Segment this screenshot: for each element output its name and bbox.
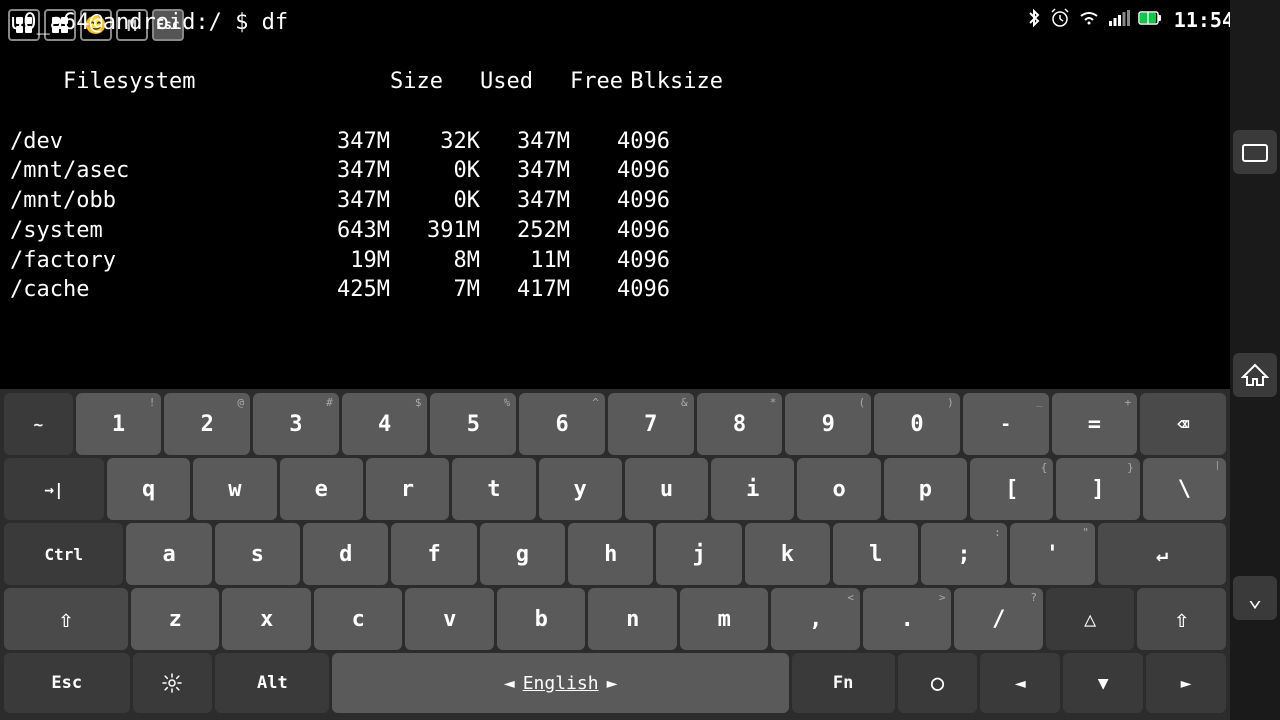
terminal-data-row-3: /system643M391M252M4096 bbox=[10, 216, 1220, 246]
key-settings[interactable] bbox=[133, 653, 213, 713]
key-alt[interactable]: Alt bbox=[215, 653, 329, 713]
key-comma[interactable]: <, bbox=[771, 588, 860, 650]
key-9[interactable]: (9 bbox=[785, 393, 871, 455]
key-t[interactable]: t bbox=[452, 458, 535, 520]
key-c[interactable]: c bbox=[314, 588, 403, 650]
recent-apps-btn[interactable] bbox=[1233, 130, 1277, 174]
key-j[interactable]: j bbox=[656, 523, 741, 585]
home-btn[interactable] bbox=[1233, 353, 1277, 397]
col-used-header: Used bbox=[443, 67, 533, 97]
key-enter[interactable]: ↵ bbox=[1098, 523, 1226, 585]
key-nav-right[interactable]: ► bbox=[1146, 653, 1226, 713]
key-8[interactable]: *8 bbox=[697, 393, 783, 455]
spacebar-area[interactable]: ◄ English ► bbox=[332, 653, 788, 713]
col-size-header: Size bbox=[353, 67, 443, 97]
key-y[interactable]: y bbox=[539, 458, 622, 520]
key-up-arrow[interactable]: △ bbox=[1046, 588, 1135, 650]
key-7[interactable]: &7 bbox=[608, 393, 694, 455]
key-p[interactable]: p bbox=[884, 458, 967, 520]
keyboard-row-zxcv: ⇧ z x c v b n m <, >. ?/ △ ⇧ bbox=[4, 588, 1226, 650]
keyboard-row-asdf: Ctrl a s d f g h j k l :; "' ↵ bbox=[4, 523, 1226, 585]
key-s[interactable]: s bbox=[215, 523, 300, 585]
right-sidebar: ⌄ bbox=[1230, 0, 1280, 720]
terminal-data-row-4: /factory19M8M11M4096 bbox=[10, 246, 1220, 276]
key-f[interactable]: f bbox=[391, 523, 476, 585]
terminal-data-row-0: /dev347M32K347M4096 bbox=[10, 127, 1220, 157]
key-z[interactable]: z bbox=[131, 588, 220, 650]
key-h[interactable]: h bbox=[568, 523, 653, 585]
keyboard-row-qwerty: →| q w e r t y u i o p {[ }] |\ bbox=[4, 458, 1226, 520]
key-tab[interactable]: →| bbox=[4, 458, 104, 520]
lang-arrow-right[interactable]: ► bbox=[607, 673, 618, 694]
key-esc[interactable]: Esc bbox=[4, 653, 130, 713]
terminal-header-row: FilesystemSizeUsedFreeBlksize bbox=[10, 38, 1220, 127]
key-5[interactable]: %5 bbox=[430, 393, 516, 455]
terminal-prompt: u0_a64@android:/ $ df bbox=[10, 8, 1220, 38]
key-l[interactable]: l bbox=[833, 523, 918, 585]
key-a[interactable]: a bbox=[126, 523, 211, 585]
key-m[interactable]: m bbox=[680, 588, 769, 650]
key-o[interactable]: o bbox=[797, 458, 880, 520]
key-shift-right[interactable]: ⇧ bbox=[1137, 588, 1226, 650]
key-slash[interactable]: ?/ bbox=[954, 588, 1043, 650]
terminal-data-rows: /dev347M32K347M4096/mnt/asec347M0K347M40… bbox=[10, 127, 1220, 305]
key-0[interactable]: )0 bbox=[874, 393, 960, 455]
key-g[interactable]: g bbox=[480, 523, 565, 585]
key-1[interactable]: !1 bbox=[76, 393, 162, 455]
key-6[interactable]: ^6 bbox=[519, 393, 605, 455]
keyboard-row-bottom: Esc Alt ◄ English ► Fn ○ ◄ ▼ ► bbox=[4, 653, 1226, 713]
key-ctrl[interactable]: Ctrl bbox=[4, 523, 123, 585]
col-free-header: Free bbox=[533, 67, 623, 97]
key-circle[interactable]: ○ bbox=[898, 653, 978, 713]
keyboard[interactable]: ~ !1 @2 #3 $4 %5 ^6 &7 *8 (9 )0 _- += ⌫ … bbox=[0, 389, 1230, 720]
language-label[interactable]: English bbox=[523, 673, 599, 694]
key-fn[interactable]: Fn bbox=[792, 653, 895, 713]
key-nav-down[interactable]: ▼ bbox=[1063, 653, 1143, 713]
key-x[interactable]: x bbox=[222, 588, 311, 650]
key-v[interactable]: v bbox=[405, 588, 494, 650]
key-shift-left[interactable]: ⇧ bbox=[4, 588, 128, 650]
col-filesystem-header: Filesystem bbox=[63, 67, 353, 97]
key-backspace[interactable]: ⌫ bbox=[1140, 393, 1226, 455]
key-i[interactable]: i bbox=[711, 458, 794, 520]
key-d[interactable]: d bbox=[303, 523, 388, 585]
terminal-data-row-5: /cache425M7M417M4096 bbox=[10, 275, 1220, 305]
key-rbracket[interactable]: }] bbox=[1056, 458, 1139, 520]
key-r[interactable]: r bbox=[366, 458, 449, 520]
key-n[interactable]: n bbox=[588, 588, 677, 650]
key-semicolon[interactable]: :; bbox=[921, 523, 1006, 585]
key-equals[interactable]: += bbox=[1052, 393, 1138, 455]
key-q[interactable]: q bbox=[107, 458, 190, 520]
lang-arrow-left[interactable]: ◄ bbox=[504, 673, 515, 694]
collapse-btn[interactable]: ⌄ bbox=[1233, 576, 1277, 620]
key-lbracket[interactable]: {[ bbox=[970, 458, 1053, 520]
key-quote[interactable]: "' bbox=[1010, 523, 1095, 585]
key-minus[interactable]: _- bbox=[963, 393, 1049, 455]
key-k[interactable]: k bbox=[745, 523, 830, 585]
terminal-data-row-2: /mnt/obb347M0K347M4096 bbox=[10, 186, 1220, 216]
keyboard-row-numbers: ~ !1 @2 #3 $4 %5 ^6 &7 *8 (9 )0 _- += ⌫ bbox=[4, 393, 1226, 455]
key-w[interactable]: w bbox=[193, 458, 276, 520]
key-backslash[interactable]: |\ bbox=[1143, 458, 1226, 520]
key-nav-left[interactable]: ◄ bbox=[980, 653, 1060, 713]
key-2[interactable]: @2 bbox=[164, 393, 250, 455]
terminal-data-row-1: /mnt/asec347M0K347M4096 bbox=[10, 156, 1220, 186]
key-e[interactable]: e bbox=[280, 458, 363, 520]
key-b[interactable]: b bbox=[497, 588, 586, 650]
key-3[interactable]: #3 bbox=[253, 393, 339, 455]
key-4[interactable]: $4 bbox=[342, 393, 428, 455]
col-blksize-header: Blksize bbox=[623, 67, 723, 97]
key-tilde[interactable]: ~ bbox=[4, 393, 73, 455]
terminal-output[interactable]: u0_a64@android:/ $ df FilesystemSizeUsed… bbox=[0, 0, 1230, 300]
key-period[interactable]: >. bbox=[863, 588, 952, 650]
key-u[interactable]: u bbox=[625, 458, 708, 520]
